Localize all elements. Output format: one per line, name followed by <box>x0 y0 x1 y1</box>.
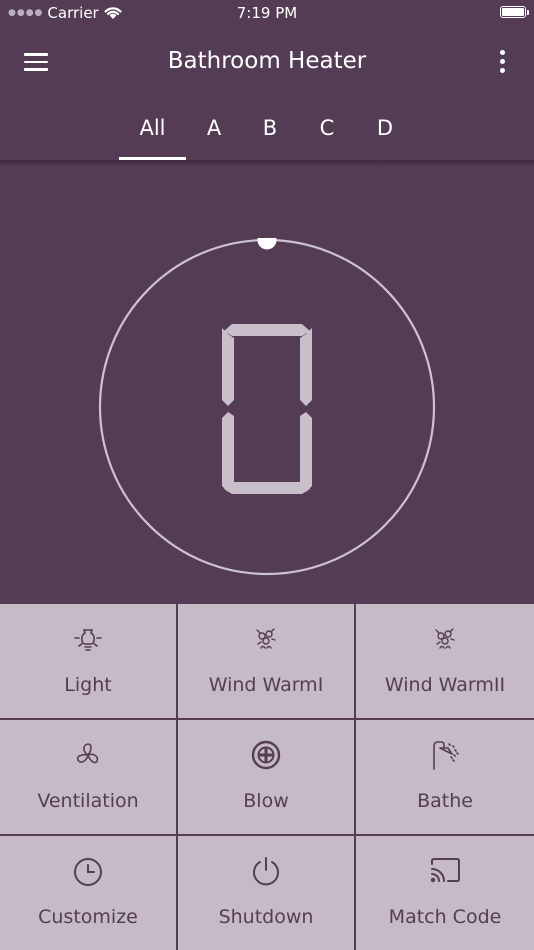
blow-label: Blow <box>243 790 289 812</box>
warm-wind-icon <box>435 628 455 649</box>
device-tabs: All A B C D <box>0 96 534 160</box>
more-options-icon[interactable] <box>496 50 508 76</box>
light-button[interactable]: Light <box>0 604 176 718</box>
customize-label: Customize <box>38 906 138 928</box>
match-code-button[interactable]: Match Code <box>356 836 534 950</box>
display-digit-value: 0 <box>267 412 268 414</box>
ventilation-button[interactable]: Ventilation <box>0 720 176 834</box>
warm-wind-icon <box>256 628 276 649</box>
shutdown-label: Shutdown <box>218 906 314 928</box>
temperature-dial[interactable]: 0 <box>98 238 436 576</box>
wind-warm-1-label: Wind WarmI <box>208 674 324 696</box>
customize-button[interactable]: Customize <box>0 836 176 950</box>
match-code-label: Match Code <box>388 906 502 928</box>
power-icon <box>253 857 279 886</box>
shutdown-button[interactable]: Shutdown <box>178 836 354 950</box>
tab-d[interactable]: D <box>367 116 403 140</box>
bathe-button[interactable]: Bathe <box>356 720 534 834</box>
seven-segment-digit <box>222 324 312 494</box>
fan-icon <box>76 743 99 764</box>
navigation-bar: Bathroom Heater <box>0 28 534 96</box>
bathe-label: Bathe <box>417 790 473 812</box>
tab-b[interactable]: B <box>252 116 288 140</box>
wind-warm-1-button[interactable]: Wind WarmI <box>178 604 354 718</box>
page-title: Bathroom Heater <box>167 48 367 74</box>
blow-icon <box>251 740 281 770</box>
battery-icon <box>500 6 529 18</box>
status-bar: ●●●● Carrier 7:19 PM <box>0 0 534 28</box>
wind-warm-2-label: Wind WarmII <box>384 674 506 696</box>
bulb-icon <box>74 629 102 651</box>
clock-icon <box>74 858 102 886</box>
dial-handle[interactable] <box>257 238 277 250</box>
blow-button[interactable]: Blow <box>178 720 354 834</box>
shower-icon <box>433 741 459 770</box>
wind-warm-2-button[interactable]: Wind WarmII <box>356 604 534 718</box>
ventilation-label: Ventilation <box>37 790 139 812</box>
light-label: Light <box>64 674 112 696</box>
tabs-shadow <box>0 160 534 166</box>
tab-all[interactable]: All <box>119 116 186 140</box>
tab-a[interactable]: A <box>196 116 232 140</box>
status-time: 7:19 PM <box>236 4 298 22</box>
cast-icon <box>430 858 460 883</box>
control-grid: Light Wind WarmI Wind WarmII Ventilation… <box>0 604 534 950</box>
tab-c[interactable]: C <box>309 116 345 140</box>
